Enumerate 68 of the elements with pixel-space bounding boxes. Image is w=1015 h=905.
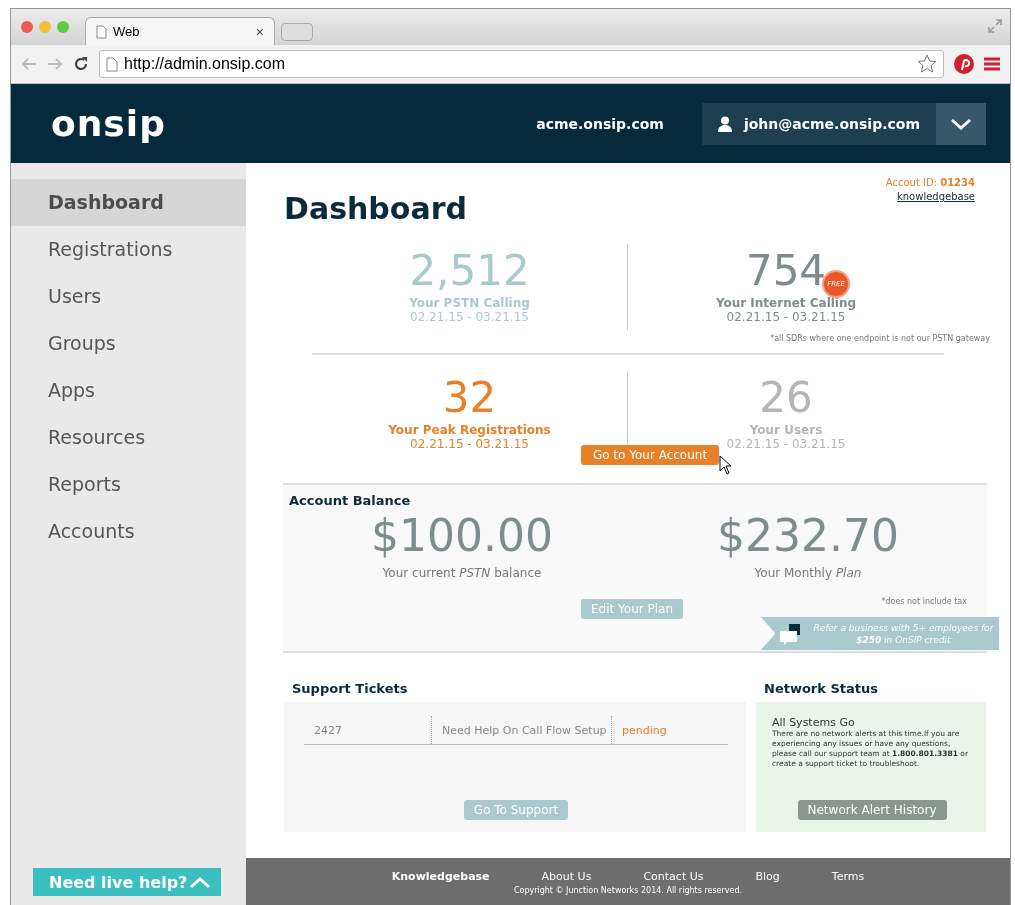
knowledgebase-link[interactable]: knowledgebase [896,191,975,202]
footer-link[interactable]: Terms [831,869,865,883]
domain-label: acme.onsip.com [536,115,664,132]
account-id: Accout ID: 01234 [885,177,975,188]
stat-value: 2,512 [409,248,530,294]
sidebar-item[interactable]: Accounts [11,508,246,555]
sidebar-item[interactable]: Reports [11,461,246,508]
page-icon [96,24,107,39]
back-icon[interactable] [21,57,37,71]
sidebar-item[interactable]: Registrations [11,226,246,273]
page-icon [106,56,118,72]
menu-icon[interactable] [984,57,1000,71]
footer-link[interactable]: About Us [541,869,592,883]
forward-icon[interactable] [47,57,63,71]
pin-icon[interactable] [954,54,974,74]
sidebar-item[interactable]: Groups [11,320,246,367]
dropdown-button[interactable] [936,102,986,145]
section-title: Account Balance [289,493,412,508]
copyright: Copyright © Junction Networks 2014. All rights reserved. [513,885,743,895]
stat-label: Your PSTN Calling [409,296,530,310]
new-tab-button[interactable] [281,23,313,41]
sidebar-item[interactable]: Apps [11,367,246,414]
sidebar-item[interactable]: Resources [11,414,246,461]
amount-label: Your current PSTN balance [382,566,542,580]
chevron-down-icon [950,117,972,130]
footer-link[interactable]: Knowledgebase [391,869,490,883]
minimize-icon[interactable] [39,21,51,33]
page-title: Dashboard [284,191,467,226]
user-email: john@acme.onsip.com [743,115,920,132]
stat-value: 32 [442,375,497,421]
stat-label: Your Internet Calling [715,296,857,310]
fullscreen-icon[interactable] [988,19,1002,33]
ticket-id: 2427 [304,716,432,744]
amount-label: Your Monthly Plan [754,566,862,580]
amount: $232.70 [717,510,899,562]
footer-link[interactable]: Contact Us [643,869,704,883]
address-bar[interactable]: http://admin.onsip.com [99,50,944,78]
section-title: Support Tickets [292,681,409,696]
close-icon[interactable] [21,21,33,33]
zoom-icon[interactable] [57,21,69,33]
sidebar-item[interactable]: Dashboard [11,179,246,226]
logo[interactable]: onsip [51,103,166,144]
footnote: *all SDRs where one endpoint is not our PSTN gateway [769,334,990,343]
reload-icon[interactable] [73,56,89,72]
stat-value: 26 [759,375,813,421]
sidebar-item[interactable]: Users [11,273,246,320]
date-range: 02.21.15 - 03.21.15 [726,437,846,451]
status-headline: All Systems Go [772,716,856,729]
stat-label: Your Peak Registrations [388,423,551,437]
tab-close-button[interactable]: × [255,23,264,40]
chevron-up-icon [189,875,211,889]
stat-label: Your Users [749,423,823,437]
ticket-subject: Need Help On Call Flow Setup [432,716,612,744]
browser-tab[interactable]: Web × [85,17,275,45]
date-range: 02.21.15 - 03.21.15 [410,437,529,451]
section-title: Network Status [764,681,879,696]
user-menu[interactable]: john@acme.onsip.com [701,102,986,145]
date-range: 02.21.15 - 03.21.15 [410,310,529,324]
date-range: 02.21.15 - 03.21.15 [726,310,846,324]
chat-icon [779,622,800,645]
footer-link[interactable]: Blog [755,869,780,883]
star-icon[interactable] [917,54,937,74]
cursor-icon [719,455,734,475]
ticket-status: pending [621,722,668,739]
amount: $100.00 [371,510,553,562]
user-icon [717,115,732,132]
referral-text: Refer a business with 5+ employees for $250 in OnSIP credit [812,621,995,646]
tax-note: *does not include tax [881,597,967,606]
